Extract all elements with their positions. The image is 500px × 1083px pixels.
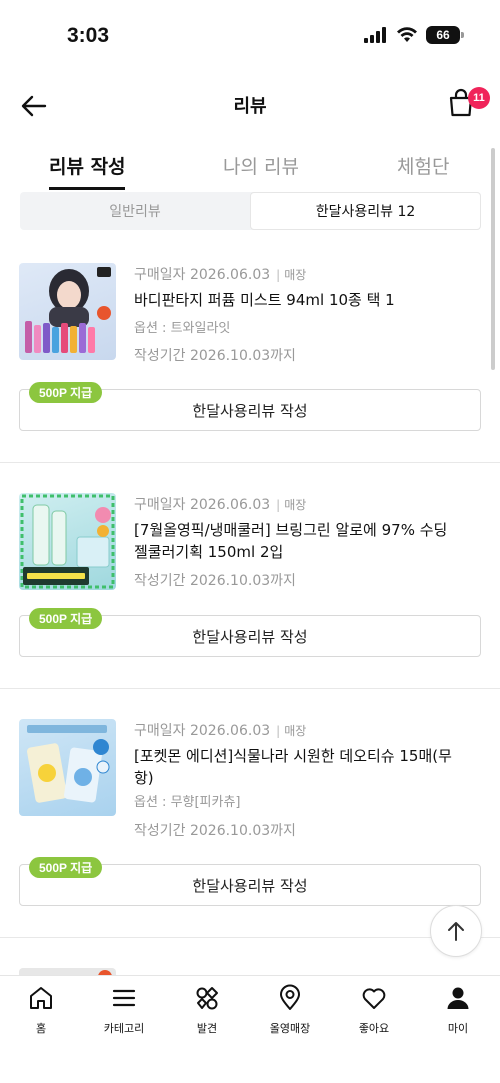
nav-label: 마이 — [447, 1022, 469, 1035]
product-name[interactable]: [7월올영픽/냉매쿨러] 브링그린 알로에 97% 수딩 젤쿨러기획 150ml… — [134, 519, 464, 563]
tab-experience-group[interactable]: 체험단 — [397, 152, 449, 179]
point-reward-badge: 500P 지급 — [29, 608, 103, 629]
nav-discover[interactable]: 발견 — [172, 984, 242, 1036]
status-icons: 66 — [364, 26, 464, 44]
purchase-date: 구매일자 2026.06.03 — [134, 723, 271, 739]
location-pin-icon — [280, 984, 300, 1010]
store-label: 매장 — [284, 268, 307, 282]
page-title: 리뷰 — [233, 96, 267, 117]
product-thumbnail[interactable] — [19, 719, 116, 816]
store-label: 매장 — [284, 498, 307, 512]
arrow-up-icon — [448, 922, 464, 941]
review-deadline: 작성기간 2026.10.03까지 — [134, 823, 296, 839]
point-reward-badge: 500P 지급 — [29, 857, 103, 878]
status-time: 3:03 — [67, 24, 110, 47]
monthly-review-option[interactable]: 한달사용리뷰 12 — [250, 192, 481, 230]
nav-likes[interactable]: 좋아요 — [339, 984, 409, 1036]
product-thumbnail[interactable] — [19, 263, 116, 360]
scrollbar[interactable] — [491, 148, 495, 370]
bottom-navigation: 홈 카테고리 발견 올영매장 좋아요 마이 — [0, 975, 500, 1083]
home-icon — [30, 987, 52, 1009]
scroll-to-top-button[interactable] — [430, 905, 482, 957]
product-option: 옵션 : 트와일라잇 — [134, 321, 231, 336]
review-type-toggle: 일반리뷰 한달사용리뷰 12 — [20, 192, 481, 230]
cart-count-badge: 11 — [468, 87, 490, 109]
nav-category[interactable]: 카테고리 — [89, 984, 159, 1036]
signal-icon — [364, 27, 386, 43]
product-name[interactable]: [포켓몬 에디션]식물나라 시원한 데오티슈 15매(무항) — [134, 745, 464, 789]
product-thumbnail[interactable] — [19, 493, 116, 590]
divider — [0, 688, 500, 689]
purchase-date: 구매일자 2026.06.03 — [134, 267, 271, 283]
header: 리뷰 — [0, 76, 500, 134]
active-tab-indicator — [49, 187, 125, 190]
purchase-info: 구매일자 2026.06.03 | 매장 — [134, 497, 307, 513]
purchase-date: 구매일자 2026.06.03 — [134, 497, 271, 513]
battery-icon: 66 — [426, 26, 464, 44]
review-deadline: 작성기간 2026.10.03까지 — [134, 573, 296, 589]
nav-label: 좋아요 — [358, 1022, 390, 1035]
menu-icon — [112, 989, 136, 1007]
person-icon — [447, 987, 469, 1009]
nav-label: 카테고리 — [103, 1022, 145, 1035]
general-review-option[interactable]: 일반리뷰 — [20, 192, 250, 230]
purchase-info: 구매일자 2026.06.03 | 매장 — [134, 267, 307, 283]
nav-home[interactable]: 홈 — [6, 984, 76, 1036]
status-bar: 3:03 66 — [0, 0, 500, 72]
divider — [0, 462, 500, 463]
product-name[interactable]: 바디판타지 퍼퓸 미스트 94ml 10종 택 1 — [134, 289, 464, 311]
discover-icon — [196, 987, 218, 1010]
point-reward-badge: 500P 지급 — [29, 382, 103, 403]
nav-my[interactable]: 마이 — [423, 984, 493, 1036]
purchase-info: 구매일자 2026.06.03 | 매장 — [134, 723, 307, 739]
product-option: 옵션 : 무향[피카츄] — [134, 795, 241, 810]
tab-write-review[interactable]: 리뷰 작성 — [49, 152, 126, 179]
tab-my-reviews[interactable]: 나의 리뷰 — [223, 152, 299, 179]
nav-label: 홈 — [35, 1022, 47, 1035]
nav-label: 올영매장 — [269, 1022, 311, 1035]
nav-label: 발견 — [196, 1022, 218, 1035]
store-label: 매장 — [284, 724, 307, 738]
heart-icon — [362, 988, 386, 1009]
review-deadline: 작성기간 2026.10.03까지 — [134, 348, 296, 364]
divider — [0, 937, 500, 938]
wifi-icon — [397, 27, 417, 42]
nav-store[interactable]: 올영매장 — [255, 984, 325, 1036]
review-tabs: 리뷰 작성 나의 리뷰 체험단 — [0, 140, 500, 192]
battery-level: 66 — [436, 28, 450, 42]
